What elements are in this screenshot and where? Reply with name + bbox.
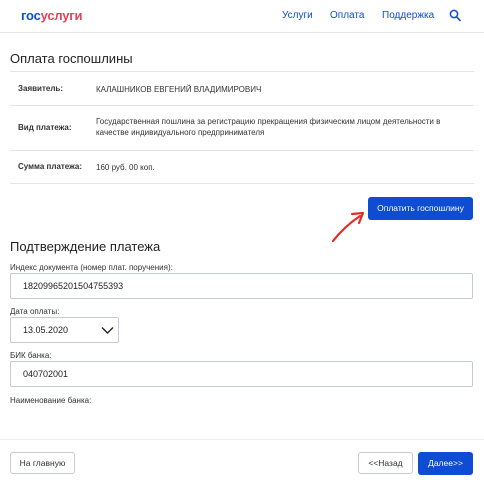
gosuslugi-logo[interactable]: госуслуги [21, 8, 83, 23]
bik-input[interactable]: 040702001 [10, 361, 473, 387]
applicant-value: КАЛАШНИКОВ ЕВГЕНИЙ ВЛАДИМИРОВИЧ [96, 85, 262, 94]
pay-fee-button[interactable]: Оплатить госпошлину [368, 197, 473, 220]
back-button[interactable]: <<Назад [358, 452, 413, 474]
logo-part-gos: гос [21, 8, 41, 23]
info-row-payment-type: Вид платежа: Государственная пошлина за … [10, 106, 474, 151]
amount-value: 160 руб. 00 коп. [96, 163, 155, 172]
red-arrow-annotation-icon [331, 211, 365, 243]
logo-part-uslugi: услуги [40, 8, 83, 23]
payment-type-label: Вид платежа: [18, 123, 72, 132]
date-select[interactable]: 13.05.2020 [10, 317, 119, 343]
nav-link-payment[interactable]: Оплата [330, 10, 364, 21]
payment-title: Оплата госпошлины [10, 51, 133, 66]
chevron-down-icon [101, 327, 114, 334]
doc-index-label: Индекс документа (номер плат. поручения)… [10, 263, 173, 272]
footer-divider [0, 439, 484, 440]
nav-link-support[interactable]: Поддержка [382, 10, 434, 21]
date-label: Дата оплаты: [10, 307, 60, 316]
applicant-label: Заявитель: [18, 84, 63, 93]
amount-label: Сумма платежа: [18, 162, 83, 171]
date-value: 13.05.2020 [23, 325, 69, 335]
doc-index-input[interactable]: 18209965201504755393 [10, 273, 473, 299]
confirmation-title: Подтверждение платежа [10, 239, 161, 254]
payment-type-value: Государственная пошлина за регистрацию п… [96, 117, 441, 137]
bik-label: БИК банка: [10, 351, 52, 360]
page: госуслуги Услуги Оплата Поддержка Оплата… [0, 0, 484, 490]
bank-name-label: Наименование банка: [10, 396, 92, 405]
info-row-amount: Сумма платежа: 160 руб. 00 коп. [10, 151, 474, 184]
next-button[interactable]: Далее>> [418, 452, 473, 475]
payment-info-table: Заявитель: КАЛАШНИКОВ ЕВГЕНИЙ ВЛАДИМИРОВ… [10, 71, 474, 184]
home-button[interactable]: На главную [10, 452, 75, 474]
nav-link-services[interactable]: Услуги [282, 10, 313, 21]
info-row-applicant: Заявитель: КАЛАШНИКОВ ЕВГЕНИЙ ВЛАДИМИРОВ… [10, 72, 474, 106]
search-icon[interactable] [449, 9, 461, 22]
top-header: госуслуги Услуги Оплата Поддержка [0, 0, 484, 33]
